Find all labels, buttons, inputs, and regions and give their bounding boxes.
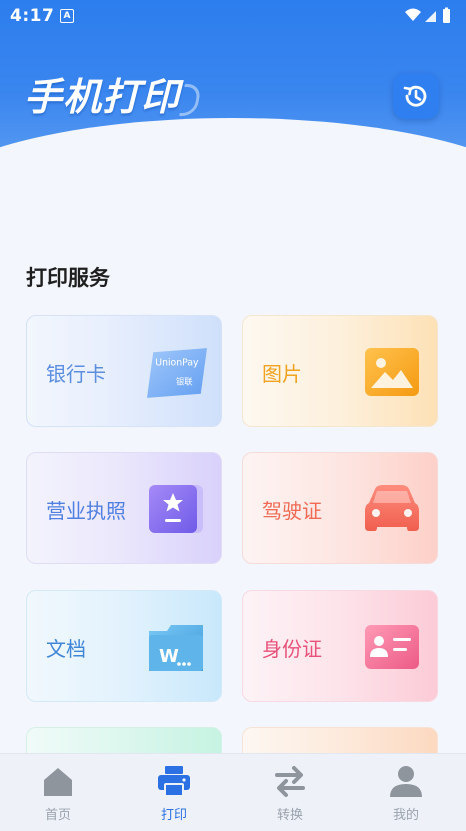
tab-label: 首页 bbox=[44, 808, 71, 823]
convert-icon bbox=[275, 766, 305, 797]
business-license-icon bbox=[149, 485, 203, 533]
card-id-card[interactable]: 身份证 bbox=[242, 590, 438, 702]
card-business-license[interactable]: 营业执照 bbox=[26, 452, 222, 564]
bottom-tab-bar: 首页 打印 转换 我的 bbox=[0, 753, 466, 831]
card-driver-license[interactable]: 驾驶证 bbox=[242, 452, 438, 564]
image-icon bbox=[365, 348, 419, 396]
tab-label: 打印 bbox=[160, 808, 187, 823]
notification-a-icon: A bbox=[60, 9, 74, 23]
tab-label: 转换 bbox=[276, 808, 303, 823]
svg-text:UnionPay: UnionPay bbox=[155, 358, 199, 369]
card-bank-card[interactable]: 银行卡 UnionPay 银联 bbox=[26, 315, 222, 427]
card-label: 银行卡 bbox=[46, 362, 106, 386]
tab-print[interactable]: 打印 bbox=[116, 754, 232, 831]
tab-convert[interactable]: 转换 bbox=[232, 754, 348, 831]
tab-mine[interactable]: 我的 bbox=[348, 754, 464, 831]
card-label: 图片 bbox=[262, 362, 302, 386]
card-image[interactable]: 图片 bbox=[242, 315, 438, 427]
status-bar: 4:17 A bbox=[0, 0, 466, 32]
card-document[interactable]: 文档 W bbox=[26, 590, 222, 702]
section-title: 打印服务 bbox=[26, 266, 110, 290]
id-card-icon bbox=[365, 625, 419, 669]
header-curve bbox=[0, 118, 466, 170]
word-document-icon: W bbox=[149, 625, 203, 671]
app-title: 手机打印 bbox=[24, 75, 181, 119]
history-button[interactable] bbox=[393, 73, 439, 119]
svg-text:W: W bbox=[159, 646, 179, 667]
history-icon bbox=[403, 85, 427, 107]
card-label: 文档 bbox=[46, 637, 86, 661]
card-label: 营业执照 bbox=[46, 499, 126, 523]
home-icon bbox=[44, 768, 72, 796]
status-time: 4:17 bbox=[10, 6, 55, 26]
bank-card-icon: UnionPay 银联 bbox=[147, 348, 207, 398]
card-label: 驾驶证 bbox=[262, 499, 322, 523]
tab-label: 我的 bbox=[392, 808, 419, 823]
car-icon bbox=[365, 485, 419, 531]
card-label: 身份证 bbox=[262, 637, 322, 661]
tab-home[interactable]: 首页 bbox=[0, 754, 116, 831]
user-icon bbox=[390, 766, 422, 797]
signal-battery-icons bbox=[405, 7, 450, 23]
printer-icon bbox=[158, 766, 190, 797]
svg-text:银联: 银联 bbox=[176, 376, 193, 386]
